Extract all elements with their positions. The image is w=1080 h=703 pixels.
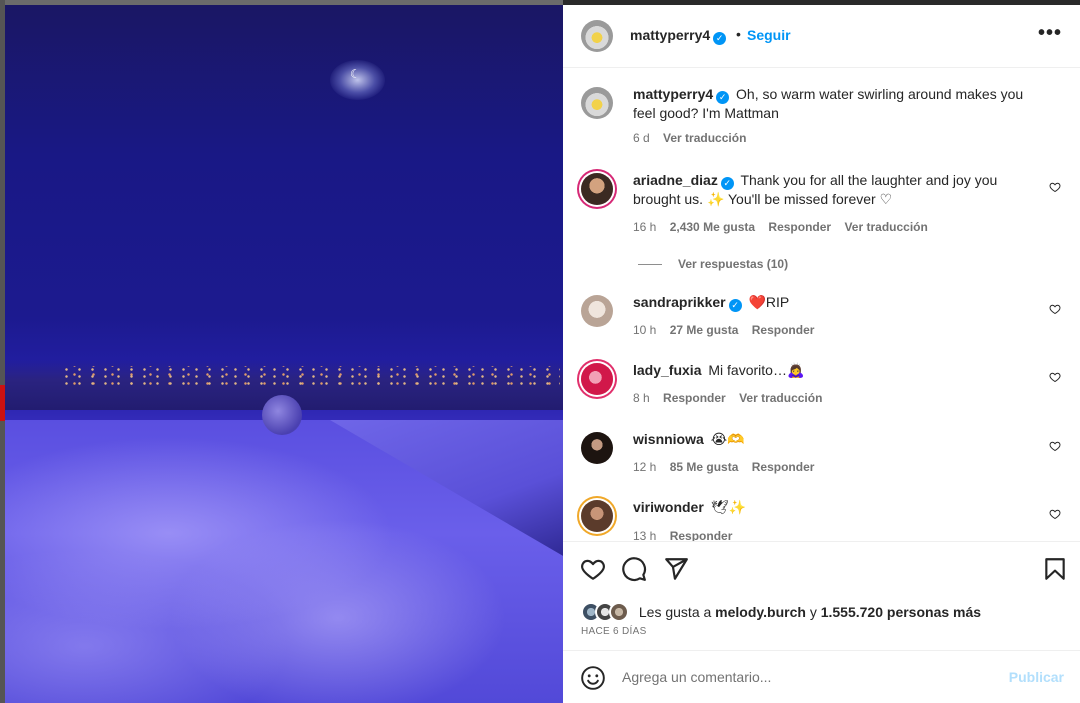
liker-avatars	[581, 602, 631, 622]
comment-likes[interactable]: 27 Me gusta	[670, 323, 739, 337]
comment-time: 8 h	[633, 391, 650, 405]
comment-meta: 12 h 85 Me gusta Responder	[633, 460, 824, 474]
caption-translate-link[interactable]: Ver traducción	[663, 131, 746, 145]
commenter-avatar[interactable]	[581, 295, 613, 327]
comment-meta: 13 h Responder	[633, 529, 742, 541]
comment-body: wisnniowa 😭🫶	[633, 430, 1043, 449]
window-left-border	[0, 0, 5, 703]
comment-time: 16 h	[633, 220, 657, 234]
like-icon[interactable]	[580, 556, 606, 582]
separator-dot: •	[736, 26, 741, 42]
comment-body: sandraprikker ✓ ❤️RIP	[633, 293, 1043, 312]
post-date: HACE 6 DÍAS	[581, 626, 647, 637]
likes-conj: y	[809, 604, 817, 620]
post-side-panel: mattyperry4 ✓ • Seguir ••• mattyperry4 ✓ O…	[563, 5, 1080, 703]
comments-list[interactable]: mattyperry4 ✓ Oh, so warm water swirling …	[563, 69, 1080, 541]
comment-username[interactable]: sandraprikker ✓	[633, 294, 742, 312]
verified-icon: ✓	[728, 299, 742, 312]
commenter-avatar[interactable]	[581, 173, 613, 205]
comment-body: ariadne_diaz ✓ Thank you for all the laug…	[633, 171, 1043, 209]
publish-button[interactable]: Publicar	[1009, 669, 1064, 685]
follow-button[interactable]: Seguir	[747, 27, 791, 43]
post-image[interactable]: ☾	[0, 0, 563, 703]
more-options-icon[interactable]: •••	[1038, 22, 1062, 45]
translate-link[interactable]: Ver traducción	[844, 220, 927, 234]
caption-time: 6 d	[633, 131, 650, 145]
comment-meta: 10 h 27 Me gusta Responder	[633, 323, 824, 337]
person-in-pool	[262, 395, 302, 435]
comment-composer: Agrega un comentario... Publicar	[563, 650, 1080, 703]
post-actions: Les gusta a melody.burch y 1.555.720 per…	[563, 541, 1080, 651]
translate-link[interactable]: Ver traducción	[739, 391, 822, 405]
comment-time: 12 h	[633, 460, 657, 474]
verified-icon: ✓	[720, 177, 734, 190]
caption-username[interactable]: mattyperry4 ✓	[633, 86, 730, 104]
comment-username[interactable]: lady_fuxia	[633, 362, 701, 378]
save-icon[interactable]	[1042, 556, 1068, 582]
likes-count-link[interactable]: 1.555.720 personas más	[821, 604, 981, 620]
share-icon[interactable]	[663, 556, 689, 582]
reply-link[interactable]: Responder	[752, 323, 815, 337]
caption-avatar[interactable]	[581, 87, 613, 119]
comment-text: 😭🫶	[710, 431, 745, 447]
comment-username[interactable]: ariadne_diaz ✓	[633, 172, 734, 190]
comment-icon[interactable]	[621, 556, 647, 582]
comment-text: Mi favorito…🙇‍♀️	[708, 362, 805, 378]
view-replies-link[interactable]: Ver respuestas (10)	[678, 257, 788, 271]
commenter-avatar[interactable]	[581, 500, 613, 532]
commenter-avatar[interactable]	[581, 432, 613, 464]
reply-link[interactable]: Responder	[663, 391, 726, 405]
caption-body: mattyperry4 ✓ Oh, so warm water swirling …	[633, 85, 1043, 123]
comment-meta: 16 h 2,430 Me gusta Responder Ver traduc…	[633, 220, 938, 234]
replies-line	[638, 264, 662, 265]
comment-body: viriwonder 🕊✨	[633, 498, 1043, 517]
comment-text: 🕊✨	[710, 499, 746, 515]
post-header: mattyperry4 ✓ • Seguir •••	[563, 5, 1080, 68]
likes-prefix: Les gusta a	[638, 604, 712, 620]
liker-avatar[interactable]	[609, 602, 629, 622]
emoji-icon[interactable]	[580, 665, 606, 691]
liker-username[interactable]: melody.burch	[715, 604, 806, 620]
comment-text: ❤️RIP	[748, 294, 790, 310]
verified-icon: ✓	[713, 32, 727, 45]
city-lights	[60, 366, 560, 388]
comment-input[interactable]: Agrega un comentario...	[622, 669, 771, 685]
comment-time: 10 h	[633, 323, 657, 337]
comment-time: 13 h	[633, 529, 657, 541]
likes-summary: Les gusta a melody.burch y 1.555.720 per…	[581, 602, 981, 622]
verified-icon: ✓	[716, 91, 730, 104]
moon-icon: ☾	[350, 67, 361, 81]
author-avatar[interactable]	[581, 20, 613, 52]
comment-username[interactable]: wisnniowa	[633, 431, 704, 447]
comment-username[interactable]: viriwonder	[633, 499, 704, 515]
commenter-avatar[interactable]	[581, 363, 613, 395]
comment-likes[interactable]: 85 Me gusta	[670, 460, 739, 474]
like-comment-icon[interactable]	[1049, 371, 1061, 383]
comment-likes[interactable]: 2,430 Me gusta	[670, 220, 755, 234]
like-comment-icon[interactable]	[1049, 181, 1061, 193]
comment-body: lady_fuxia Mi favorito…🙇‍♀️	[633, 361, 1043, 380]
reply-link[interactable]: Responder	[670, 529, 733, 541]
like-comment-icon[interactable]	[1049, 508, 1061, 520]
comment-meta: 8 h Responder Ver traducción	[633, 391, 832, 405]
reply-link[interactable]: Responder	[752, 460, 815, 474]
like-comment-icon[interactable]	[1049, 440, 1061, 452]
author-username[interactable]: mattyperry4 ✓	[630, 27, 727, 45]
red-marker	[0, 385, 5, 421]
caption-meta: 6 d Ver traducción	[633, 131, 756, 145]
like-comment-icon[interactable]	[1049, 303, 1061, 315]
window-top-border	[0, 0, 563, 5]
reply-link[interactable]: Responder	[768, 220, 831, 234]
